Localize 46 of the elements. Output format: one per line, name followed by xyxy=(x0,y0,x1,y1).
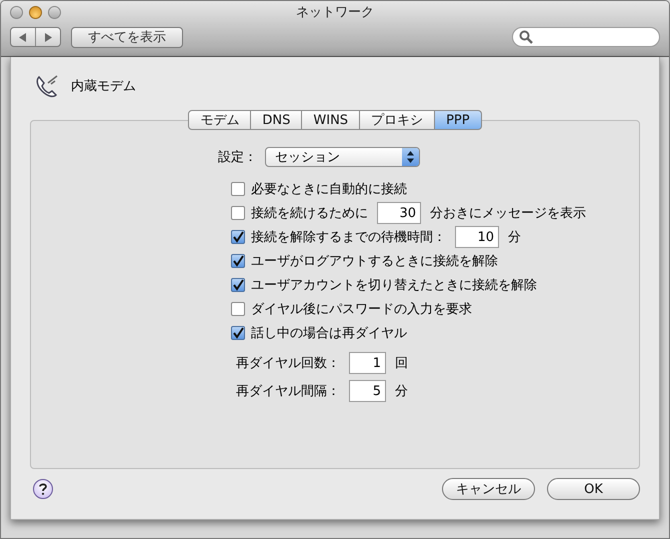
tab[interactable]: WINS xyxy=(302,110,360,130)
setting-label: 設定： xyxy=(218,149,257,166)
left-triangle-icon xyxy=(19,32,27,42)
cancel-button[interactable]: キャンセル xyxy=(442,478,535,500)
option-label: ユーザがログアウトするときに接続を解除 xyxy=(251,253,498,270)
show-all-button[interactable]: すべてを表示 xyxy=(71,26,183,48)
unit-label: 分おきにメッセージを表示 xyxy=(430,205,586,222)
field-label: 再ダイヤル間隔： xyxy=(236,383,340,400)
ok-button[interactable]: OK xyxy=(547,478,640,500)
field-label: 再ダイヤル回数： xyxy=(236,355,340,372)
window-title: ネットワーク xyxy=(296,5,374,20)
option-label: 接続を解除するまでの待機時間： xyxy=(251,229,446,246)
option-label: 必要なときに自動的に接続 xyxy=(251,181,407,198)
checkbox[interactable] xyxy=(231,254,245,268)
search-icon xyxy=(519,30,533,44)
checkbox[interactable] xyxy=(231,182,245,196)
input-field[interactable]: 10 xyxy=(455,226,499,248)
checkbox[interactable] xyxy=(231,302,245,316)
option-label: 接続を続けるために xyxy=(251,205,368,222)
option-label: 話し中の場合は再ダイヤル xyxy=(251,325,407,342)
option-label: ダイヤル後にパスワードの入力を要求 xyxy=(251,301,472,318)
checkbox[interactable] xyxy=(231,326,245,340)
tab[interactable]: モデム xyxy=(188,110,252,130)
close-button[interactable] xyxy=(10,6,23,18)
checkbox[interactable] xyxy=(231,230,245,244)
checkbox[interactable] xyxy=(231,206,245,220)
input-field[interactable]: 30 xyxy=(377,202,421,224)
option-label: ユーザアカウントを切り替えたときに接続を解除 xyxy=(251,277,537,294)
unit-label: 分 xyxy=(508,229,521,246)
question-mark-icon xyxy=(39,483,47,495)
unit-label: 回 xyxy=(395,355,408,372)
device-name: 内蔵モデム xyxy=(71,78,136,95)
right-triangle-icon xyxy=(44,32,52,42)
tab[interactable]: プロキシ xyxy=(360,110,436,130)
tab[interactable]: PPP xyxy=(435,110,482,130)
input-field[interactable]: 1 xyxy=(349,352,386,374)
setting-popup[interactable]: セッション xyxy=(265,147,420,167)
checkbox[interactable] xyxy=(231,278,245,292)
up-down-arrows-icon xyxy=(407,151,414,163)
unit-label: 分 xyxy=(395,383,408,400)
help-button[interactable] xyxy=(33,479,53,499)
search-field[interactable] xyxy=(512,27,660,47)
zoom-button[interactable] xyxy=(48,6,61,18)
input-field[interactable]: 5 xyxy=(349,380,386,402)
tab[interactable]: DNS xyxy=(251,110,302,130)
minimize-button[interactable] xyxy=(29,6,42,18)
